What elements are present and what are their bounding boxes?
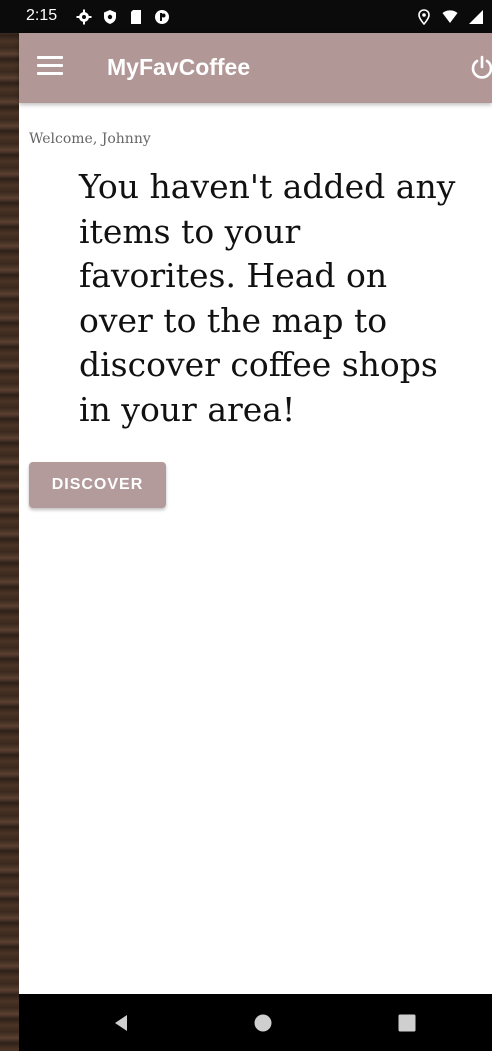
menu-icon[interactable] <box>37 56 63 78</box>
location-icon <box>418 9 430 25</box>
shield-icon <box>104 10 116 24</box>
app-notification-icon <box>155 10 169 24</box>
power-icon[interactable] <box>468 54 492 82</box>
discover-button[interactable]: DISCOVER <box>29 462 166 508</box>
recents-icon[interactable] <box>398 1014 416 1032</box>
wifi-icon <box>442 10 458 23</box>
back-icon[interactable] <box>111 1013 131 1033</box>
settings-icon <box>76 9 92 25</box>
status-bar: 2:15 <box>0 0 492 33</box>
status-time: 2:15 <box>26 7 58 24</box>
app-window: MyFavCoffee Welcome, Johnny You haven't … <box>19 33 492 994</box>
app-bar: MyFavCoffee <box>19 33 492 103</box>
status-right-icons <box>416 9 484 25</box>
welcome-text: Welcome, Johnny <box>29 131 151 147</box>
navigation-bar <box>19 994 492 1051</box>
home-icon[interactable] <box>253 1013 273 1033</box>
signal-icon <box>469 10 483 24</box>
app-title: MyFavCoffee <box>107 54 251 80</box>
wood-background <box>0 0 19 1051</box>
sd-card-icon <box>131 10 141 24</box>
empty-favorites-message: You haven't added any items to your favo… <box>79 167 456 429</box>
status-left-icons <box>76 9 170 25</box>
